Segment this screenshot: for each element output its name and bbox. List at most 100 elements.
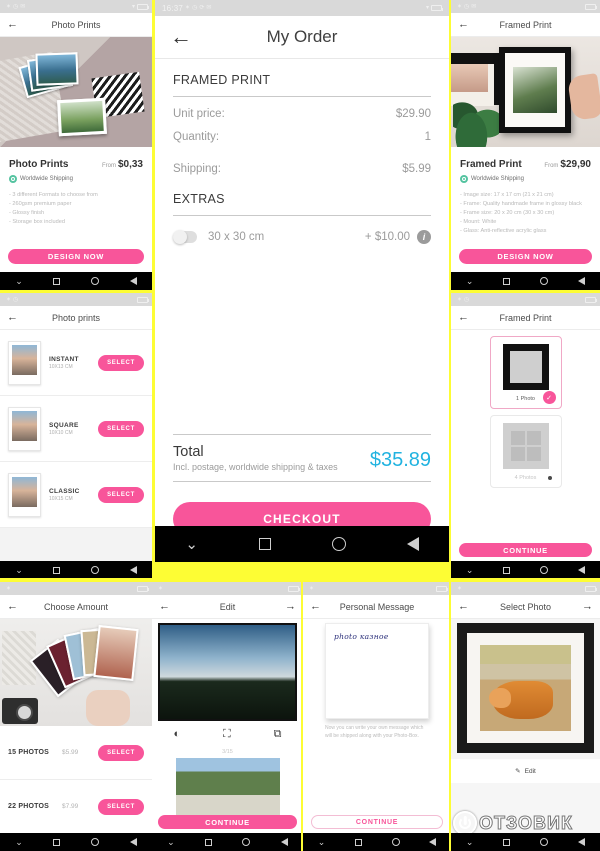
product-info: Photo Prints From $0,33 Worldwide Shippin…: [0, 147, 152, 227]
back-icon[interactable]: ←: [7, 19, 18, 30]
continue-button[interactable]: CONTINUE: [311, 815, 443, 829]
design-now-button[interactable]: DESIGN NOW: [459, 249, 592, 264]
home-icon[interactable]: [391, 838, 400, 846]
recents-icon[interactable]: [503, 277, 511, 285]
recents-icon[interactable]: [258, 538, 271, 550]
back-icon[interactable]: [406, 537, 419, 551]
home-icon[interactable]: [540, 277, 549, 285]
forward-icon[interactable]: →: [285, 601, 296, 612]
framed-print-sample: [499, 47, 571, 133]
collapse-icon[interactable]: ⌄: [15, 565, 23, 575]
camera-decor: [2, 698, 38, 724]
shipping-label: Worldwide Shipping: [471, 176, 524, 182]
select-button[interactable]: SELECT: [98, 798, 144, 815]
feature-list: Image size: 17 x 17 cm (21 x 21 cm) Fram…: [460, 191, 591, 236]
collapse-icon[interactable]: ⌄: [185, 537, 198, 552]
home-icon[interactable]: [242, 838, 251, 846]
app-bar: ← My Order: [155, 16, 449, 59]
home-icon[interactable]: [331, 537, 346, 551]
feature-item: Frame size: 20 x 20 cm (30 x 30 cm): [460, 209, 591, 218]
brightness-icon[interactable]: ◐: [173, 728, 180, 740]
back-icon[interactable]: [129, 277, 137, 285]
back-icon[interactable]: ←: [458, 19, 469, 30]
recents-icon[interactable]: [503, 566, 511, 574]
recents-icon[interactable]: [53, 566, 61, 574]
back-icon[interactable]: [429, 838, 437, 846]
recents-icon[interactable]: [53, 277, 61, 285]
divider: [449, 582, 451, 851]
back-icon[interactable]: ←: [7, 601, 18, 612]
option-card-1-photo[interactable]: 1 Photo ✓: [489, 336, 562, 409]
signal-icon: ▾: [425, 5, 429, 11]
back-icon[interactable]: [129, 838, 137, 846]
collapse-icon[interactable]: ⌄: [466, 276, 474, 286]
home-icon[interactable]: [91, 277, 100, 285]
recents-icon[interactable]: [53, 838, 61, 846]
back-icon[interactable]: [280, 838, 288, 846]
recents-icon[interactable]: [354, 838, 362, 846]
continue-button[interactable]: CONTINUE: [459, 543, 592, 557]
back-icon[interactable]: [129, 566, 137, 574]
total-row: Total Incl. postage, worldwide shipping …: [173, 435, 431, 482]
list-item[interactable]: INSTANT 10X13 CM SELECT: [0, 330, 152, 396]
page-title: Personal Message: [339, 601, 415, 612]
info-icon[interactable]: i: [417, 230, 431, 244]
back-icon[interactable]: ←: [159, 601, 170, 612]
extra-price: + $10.00: [364, 231, 410, 243]
edit-preview-image[interactable]: [158, 623, 297, 721]
bluetooth-icon: ✶: [185, 5, 191, 11]
collapse-icon[interactable]: ⌄: [466, 565, 474, 575]
collapse-icon[interactable]: ⌄: [167, 837, 175, 847]
extra-toggle[interactable]: [173, 230, 197, 244]
option-card-4-photos[interactable]: 4 Photos: [489, 415, 562, 488]
back-icon[interactable]: [578, 277, 586, 285]
back-icon[interactable]: ←: [458, 601, 469, 612]
back-icon[interactable]: [578, 566, 586, 574]
home-icon[interactable]: [91, 838, 100, 846]
feature-list: 3 different Formats to choose from 260gs…: [9, 191, 143, 227]
collapse-icon[interactable]: ⌄: [15, 276, 23, 286]
product-price-group: From $0,33: [102, 154, 143, 172]
home-icon[interactable]: [540, 838, 549, 846]
list-item[interactable]: CLASSIC 10X15 CM SELECT: [0, 462, 152, 528]
status-right: [585, 296, 597, 303]
format-size: 10X10 CM: [49, 429, 73, 436]
line-value: $29.90: [395, 108, 431, 120]
select-button[interactable]: SELECT: [98, 486, 144, 503]
bluetooth-icon: ✶: [309, 585, 315, 592]
back-icon[interactable]: ←: [7, 312, 18, 323]
amount-row[interactable]: 22 PHOTOS $7.99 SELECT: [0, 780, 152, 834]
hand-decor: [567, 73, 600, 121]
amount-row[interactable]: 15 PHOTOS $5.99 SELECT: [0, 726, 152, 780]
photo-thumbnail[interactable]: [175, 758, 280, 820]
home-icon[interactable]: [540, 566, 549, 574]
back-icon[interactable]: [578, 838, 586, 846]
recents-icon[interactable]: [205, 838, 213, 846]
message-card[interactable]: photo казное: [325, 623, 429, 719]
back-icon[interactable]: ←: [310, 601, 321, 612]
home-icon[interactable]: [91, 566, 100, 574]
app-bar: ← Photo Prints: [0, 13, 152, 37]
forward-icon[interactable]: →: [582, 601, 593, 612]
select-button[interactable]: SELECT: [98, 420, 144, 437]
status-bar: ✶ ◷ ✉: [451, 0, 600, 13]
product-price: $29,90: [560, 159, 591, 170]
list-item[interactable]: SQUARE 10X10 CM SELECT: [0, 396, 152, 462]
framed-photo-preview[interactable]: [457, 623, 594, 753]
design-now-button[interactable]: DESIGN NOW: [8, 249, 144, 264]
back-icon[interactable]: ←: [170, 26, 192, 48]
edit-button[interactable]: ✎ Edit: [451, 759, 600, 783]
select-button[interactable]: SELECT: [98, 744, 144, 761]
bluetooth-icon: ✶: [6, 296, 12, 303]
back-icon[interactable]: ←: [458, 312, 469, 323]
recents-icon[interactable]: [503, 838, 511, 846]
rotate-icon[interactable]: ⧉: [274, 728, 282, 740]
collapse-icon[interactable]: ⌄: [466, 837, 474, 847]
collapse-icon[interactable]: ⌄: [15, 837, 23, 847]
continue-button[interactable]: CONTINUE: [158, 815, 297, 829]
select-button[interactable]: SELECT: [98, 354, 144, 371]
status-time: 16:37: [162, 3, 184, 13]
crop-icon[interactable]: ⛶: [223, 728, 231, 740]
battery-icon: [436, 585, 448, 592]
collapse-icon[interactable]: ⌄: [318, 837, 326, 847]
